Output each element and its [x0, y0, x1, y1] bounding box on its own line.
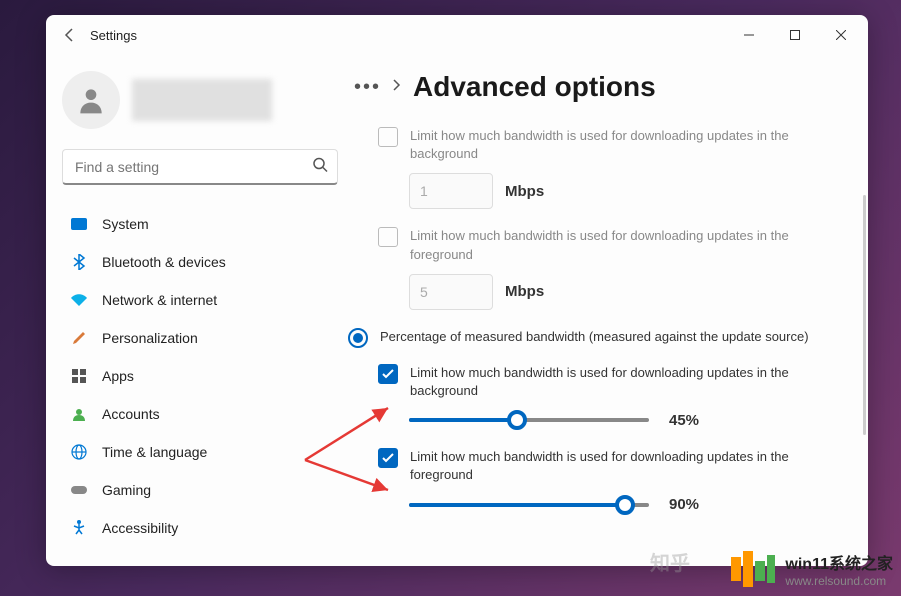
- nav-label: Network & internet: [102, 292, 217, 308]
- option-abs-bg: Limit how much bandwidth is used for dow…: [354, 127, 860, 163]
- zhihu-watermark: 知乎: [650, 547, 690, 576]
- accessibility-icon: [70, 519, 88, 537]
- scrollbar[interactable]: [863, 195, 866, 435]
- option-abs-fg: Limit how much bandwidth is used for dow…: [354, 227, 860, 263]
- slider-value: 45%: [669, 412, 699, 429]
- nav-label: Gaming: [102, 482, 151, 498]
- nav-network[interactable]: Network & internet: [62, 281, 338, 319]
- option-label: Limit how much bandwidth is used for dow…: [410, 364, 860, 400]
- nav-gaming[interactable]: Gaming: [62, 471, 338, 509]
- breadcrumb: ••• Advanced options: [354, 71, 860, 103]
- nav-label: Bluetooth & devices: [102, 254, 226, 270]
- search-box: [62, 149, 338, 185]
- slider-pct-bg[interactable]: [409, 410, 649, 430]
- window-controls: [726, 20, 864, 50]
- nav-label: Apps: [102, 368, 134, 384]
- check-icon: [382, 453, 394, 463]
- option-label: Percentage of measured bandwidth (measur…: [380, 328, 860, 346]
- unit-label: Mbps: [505, 283, 544, 300]
- gaming-icon: [70, 481, 88, 499]
- back-button[interactable]: [50, 15, 90, 55]
- page-title: Advanced options: [413, 71, 656, 103]
- input-abs-bg-row: Mbps: [354, 173, 860, 209]
- nav-label: Personalization: [102, 330, 198, 346]
- brush-icon: [70, 329, 88, 347]
- option-label: Limit how much bandwidth is used for dow…: [410, 448, 860, 484]
- slider-pct-fg-row: 90%: [354, 495, 860, 515]
- watermark-logo-icon: [731, 551, 775, 587]
- titlebar: Settings: [46, 15, 868, 55]
- main-content: ••• Advanced options Limit how much band…: [346, 55, 868, 566]
- close-icon: [836, 30, 846, 40]
- user-name-blurred: [132, 79, 272, 121]
- option-pct-bg: Limit how much bandwidth is used for dow…: [354, 364, 860, 400]
- unit-label: Mbps: [505, 183, 544, 200]
- checkbox-pct-bg[interactable]: [378, 364, 398, 384]
- sidebar: System Bluetooth & devices Network & int…: [46, 55, 346, 566]
- nav-apps[interactable]: Apps: [62, 357, 338, 395]
- check-icon: [382, 369, 394, 379]
- nav-time-language[interactable]: Time & language: [62, 433, 338, 471]
- search-icon: [312, 157, 328, 178]
- user-profile[interactable]: [62, 71, 338, 129]
- slider-value: 90%: [669, 496, 699, 513]
- nav-label: Accessibility: [102, 520, 178, 536]
- search-input[interactable]: [62, 149, 338, 185]
- chevron-right-icon: [393, 78, 401, 96]
- system-icon: [70, 215, 88, 233]
- checkbox-abs-bg[interactable]: [378, 127, 398, 147]
- nav-bluetooth[interactable]: Bluetooth & devices: [62, 243, 338, 281]
- breadcrumb-more[interactable]: •••: [354, 76, 381, 99]
- nav-label: Time & language: [102, 444, 207, 460]
- settings-window: Settings System Bluetooth & de: [46, 15, 868, 566]
- radio-percentage[interactable]: [348, 328, 368, 348]
- checkbox-abs-fg[interactable]: [378, 227, 398, 247]
- person-icon: [75, 84, 107, 116]
- option-radio-pct: Percentage of measured bandwidth (measur…: [354, 328, 860, 348]
- site-watermark: win11系统之家 www.relsound.com: [731, 550, 893, 588]
- input-abs-fg[interactable]: [409, 274, 493, 310]
- apps-icon: [70, 367, 88, 385]
- maximize-icon: [790, 30, 800, 40]
- nav-label: System: [102, 216, 149, 232]
- slider-pct-fg[interactable]: [409, 495, 649, 515]
- watermark-url: www.relsound.com: [785, 574, 893, 588]
- close-button[interactable]: [818, 20, 864, 50]
- globe-icon: [70, 443, 88, 461]
- nav-accounts[interactable]: Accounts: [62, 395, 338, 433]
- minimize-button[interactable]: [726, 20, 772, 50]
- nav-personalization[interactable]: Personalization: [62, 319, 338, 357]
- arrow-left-icon: [62, 27, 78, 43]
- nav-label: Accounts: [102, 406, 160, 422]
- app-title: Settings: [90, 28, 137, 43]
- checkbox-pct-fg[interactable]: [378, 448, 398, 468]
- nav-list: System Bluetooth & devices Network & int…: [62, 205, 338, 547]
- wifi-icon: [70, 291, 88, 309]
- input-abs-bg[interactable]: [409, 173, 493, 209]
- avatar: [62, 71, 120, 129]
- input-abs-fg-row: Mbps: [354, 274, 860, 310]
- bluetooth-icon: [70, 253, 88, 271]
- option-label: Limit how much bandwidth is used for dow…: [410, 227, 860, 263]
- accounts-icon: [70, 405, 88, 423]
- maximize-button[interactable]: [772, 20, 818, 50]
- minimize-icon: [744, 30, 754, 40]
- slider-pct-bg-row: 45%: [354, 410, 860, 430]
- nav-accessibility[interactable]: Accessibility: [62, 509, 338, 547]
- option-pct-fg: Limit how much bandwidth is used for dow…: [354, 448, 860, 484]
- option-label: Limit how much bandwidth is used for dow…: [410, 127, 860, 163]
- nav-system[interactable]: System: [62, 205, 338, 243]
- watermark-title: win11系统之家: [785, 550, 893, 574]
